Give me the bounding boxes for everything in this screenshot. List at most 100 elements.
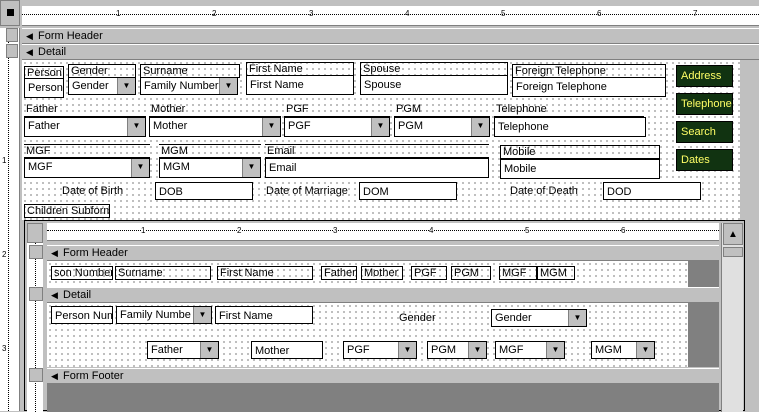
subform-mgm-combo[interactable]: MGM ▼ [591,341,655,359]
scroll-up-button[interactable]: ▲ [723,223,743,245]
dob-field[interactable]: DOB [155,182,253,200]
pgf-combo-value: PGF [288,120,311,132]
spouse-field[interactable]: Spouse [360,75,508,95]
mother-label: Mother [149,103,281,117]
subform-pgm-value: PGM [431,344,457,356]
subform-mother-field[interactable]: Mother [251,341,323,359]
dropdown-arrow-icon[interactable]: ▼ [131,159,149,177]
subform-detail-selector[interactable] [29,287,43,301]
first-name-label: First Name [246,62,354,76]
mgf-label: MGF [24,144,150,158]
subform-form-header-label: Form Header [63,247,128,259]
dropdown-arrow-icon[interactable]: ▼ [117,78,135,94]
gender-label: Gender [68,64,136,78]
scroll-thumb[interactable] [723,247,743,257]
mobile-field[interactable]: Mobile [500,159,660,179]
dropdown-arrow-icon[interactable]: ▼ [200,342,218,358]
subform-detail-band[interactable]: Detail [47,287,719,303]
horizontal-ruler: 1 2 3 4 5 6 7 [22,6,759,26]
subform-selector[interactable] [27,223,43,243]
dod-field[interactable]: DOD [603,182,701,200]
detail-selector[interactable] [6,44,18,58]
pgm-combo[interactable]: PGM ▼ [394,117,490,137]
dropdown-arrow-icon[interactable]: ▼ [636,342,654,358]
detail-band[interactable]: Detail [22,44,759,60]
subform-header-selector[interactable] [29,245,43,259]
surname-combo[interactable]: Family Number ▼ [140,77,238,95]
ruler-tick: 3 [309,9,314,18]
dropdown-arrow-icon[interactable]: ▼ [398,342,416,358]
pgm-combo-value: PGM [398,120,424,132]
address-button[interactable]: Address [676,65,733,87]
pgm-label: PGM [394,103,490,117]
subform-form-footer-band[interactable]: Form Footer [47,368,719,384]
subform-ruler: 1 2 3 4 5 6 [47,223,719,241]
dropdown-arrow-icon[interactable]: ▼ [242,159,260,177]
dropdown-arrow-icon[interactable]: ▼ [468,342,486,358]
form-header-label: Form Header [38,30,103,42]
ruler-tick: 2 [237,226,242,235]
subform-family-number-value: Family Numbe [120,309,191,321]
father-combo[interactable]: Father ▼ [24,117,146,137]
form-selector-icon [7,9,14,16]
pgf-combo[interactable]: PGF ▼ [284,117,390,137]
mgm-combo[interactable]: MGM ▼ [159,158,261,178]
subform-form-footer-label: Form Footer [63,370,124,382]
subform-detail-label: Detail [63,289,92,301]
ruler-tick: 5 [501,9,506,18]
search-button[interactable]: Search [676,121,733,143]
subform-footer-area [47,384,719,412]
email-label: Email [265,144,489,158]
subform-family-number-combo[interactable]: Family Numbe ▼ [116,306,212,324]
dropdown-arrow-icon[interactable]: ▼ [262,118,280,136]
dropdown-arrow-icon[interactable]: ▼ [471,118,489,136]
dom-field[interactable]: DOM [359,182,457,200]
gender-combo[interactable]: Gender ▼ [68,77,136,95]
children-subform[interactable]: 1 2 3 4 5 6 ▲ Form Header son Number Sur… [24,220,745,412]
subform-vertical-scrollbar[interactable]: ▲ [721,223,743,412]
dropdown-arrow-icon[interactable]: ▼ [546,342,564,358]
subform-form-header-band[interactable]: Form Header [47,245,719,261]
vertical-ruler: 1 2 3 [0,28,20,411]
dropdown-arrow-icon[interactable]: ▼ [193,307,211,323]
ruler-mark: 2 [2,250,7,259]
subform-header-mother: Mother [361,266,403,280]
subform-person-number-field[interactable]: Person Num [51,306,113,324]
form-header-selector[interactable] [6,28,18,42]
dropdown-arrow-icon[interactable]: ▼ [219,78,237,94]
mgm-combo-value: MGM [163,161,190,173]
ruler-tick: 6 [597,9,602,18]
subform-gender-label: Gender [399,312,436,324]
detail-gray-area [740,60,759,220]
form-header-band[interactable]: Form Header [22,28,759,44]
mother-combo[interactable]: Mother ▼ [149,117,281,137]
subform-gender-combo[interactable]: Gender ▼ [491,309,587,327]
subform-father-combo[interactable]: Father ▼ [147,341,219,359]
dod-label: Date of Death [510,185,578,197]
subform-mgf-combo[interactable]: MGF ▼ [495,341,565,359]
dropdown-arrow-icon[interactable]: ▼ [371,118,389,136]
telephone-button[interactable]: Telephone [676,93,733,115]
subform-header-mgf: MGF [499,266,537,280]
subform-detail-gray [688,303,719,367]
subform-pgm-combo[interactable]: PGM ▼ [427,341,487,359]
dropdown-arrow-icon[interactable]: ▼ [568,310,586,326]
mother-combo-value: Mother [153,120,188,132]
detail-label: Detail [38,46,67,58]
subform-footer-selector[interactable] [29,368,43,382]
dropdown-arrow-icon[interactable]: ▼ [127,118,145,136]
subform-mgf-value: MGF [499,344,524,356]
first-name-field[interactable]: First Name [246,75,354,95]
ruler-tick: 1 [116,9,121,18]
subform-first-name-field[interactable]: First Name [215,306,313,324]
mgf-combo[interactable]: MGF ▼ [24,158,150,178]
foreign-telephone-field[interactable]: Foreign Telephone [512,77,666,97]
telephone-field[interactable]: Telephone [494,117,646,137]
subform-pgf-combo[interactable]: PGF ▼ [343,341,417,359]
subform-header-father: Father [321,266,357,280]
person-field[interactable]: Person [24,78,64,98]
dates-button[interactable]: Dates [676,149,733,171]
surname-combo-value: Family Number [144,80,219,92]
email-field[interactable]: Email [265,158,489,178]
form-selector[interactable] [0,0,20,26]
